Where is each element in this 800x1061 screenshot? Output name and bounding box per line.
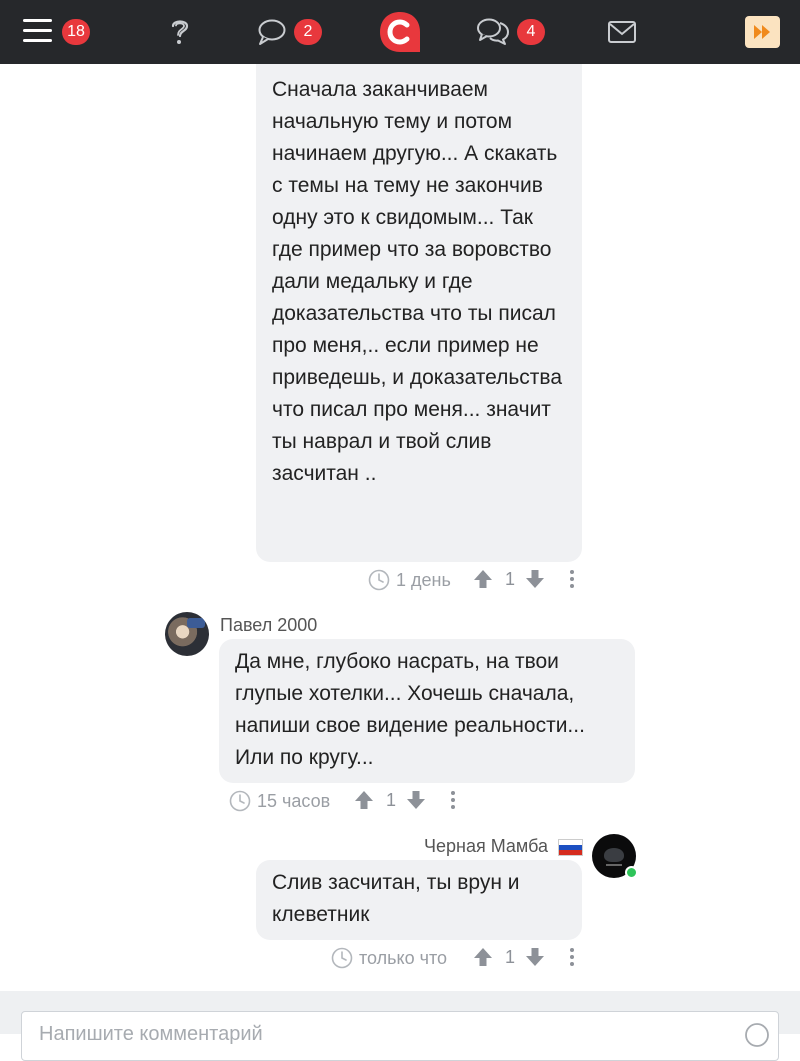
downvote-arrow-icon[interactable] [524,946,546,968]
comment-timestamp: только что [331,943,447,973]
vote-controls: 1 [353,789,457,811]
upvote-arrow-icon[interactable] [472,568,494,590]
comment-time: 1 день [396,569,451,590]
forum-discussions-icon[interactable] [476,0,510,64]
vote-score: 1 [505,946,516,967]
comment-text: Да мне, глубоко насрать, на твои глупые … [235,650,585,769]
upvote-arrow-icon[interactable] [353,789,375,811]
downvote-arrow-icon[interactable] [524,568,546,590]
comment-time: только что [359,947,448,968]
comment-author[interactable]: Павел 2000 [220,615,317,636]
site-logo-icon[interactable] [378,0,422,64]
comment-input[interactable] [37,1022,721,1047]
comment-composer [21,1011,779,1061]
clock-icon [331,947,353,969]
hamburger-menu-icon[interactable] [23,17,53,45]
vote-score: 1 [386,789,397,810]
more-options-icon[interactable] [449,789,457,811]
clock-icon [368,569,390,591]
forum-notification-badge: 4 [517,19,545,45]
online-status-indicator [625,866,638,879]
upvote-arrow-icon[interactable] [472,946,494,968]
chat-bubble-icon[interactable] [257,0,287,64]
mail-envelope-icon[interactable] [607,0,637,64]
comment-bubble: Да мне, глубоко насрать, на твои глупые … [219,639,635,783]
russian-flag-icon [558,839,583,856]
comment-bubble: Слив засчитан, ты врун и клеветник [256,860,582,940]
comment-timestamp: 1 день [368,565,451,595]
avatar[interactable] [165,612,209,656]
vote-controls: 1 [472,568,576,590]
vote-controls: 1 [472,946,576,968]
more-options-icon[interactable] [568,568,576,590]
comment-timestamp: 15 часов [229,786,330,816]
help-icon[interactable] [166,0,194,64]
menu-notification-badge: 18 [62,19,90,45]
comment-bubble: Сначала заканчиваем начальную тему и пот… [256,26,582,562]
clock-icon [229,790,251,812]
fast-forward-icon[interactable] [745,0,780,64]
top-navigation-bar: 18 2 4 [0,0,800,64]
comment-author[interactable]: Черная Мамба [424,836,548,857]
comment-time: 15 часов [257,790,331,811]
more-options-icon[interactable] [568,946,576,968]
vote-score: 1 [505,568,516,589]
comment-text: Слив засчитан, ты врун и клеветник [272,871,520,926]
chat-notification-badge: 2 [294,19,322,45]
comment-text: Сначала заканчиваем начальную тему и пот… [272,78,563,485]
downvote-arrow-icon[interactable] [405,789,427,811]
emoji-smiley-icon[interactable] [744,1022,770,1048]
